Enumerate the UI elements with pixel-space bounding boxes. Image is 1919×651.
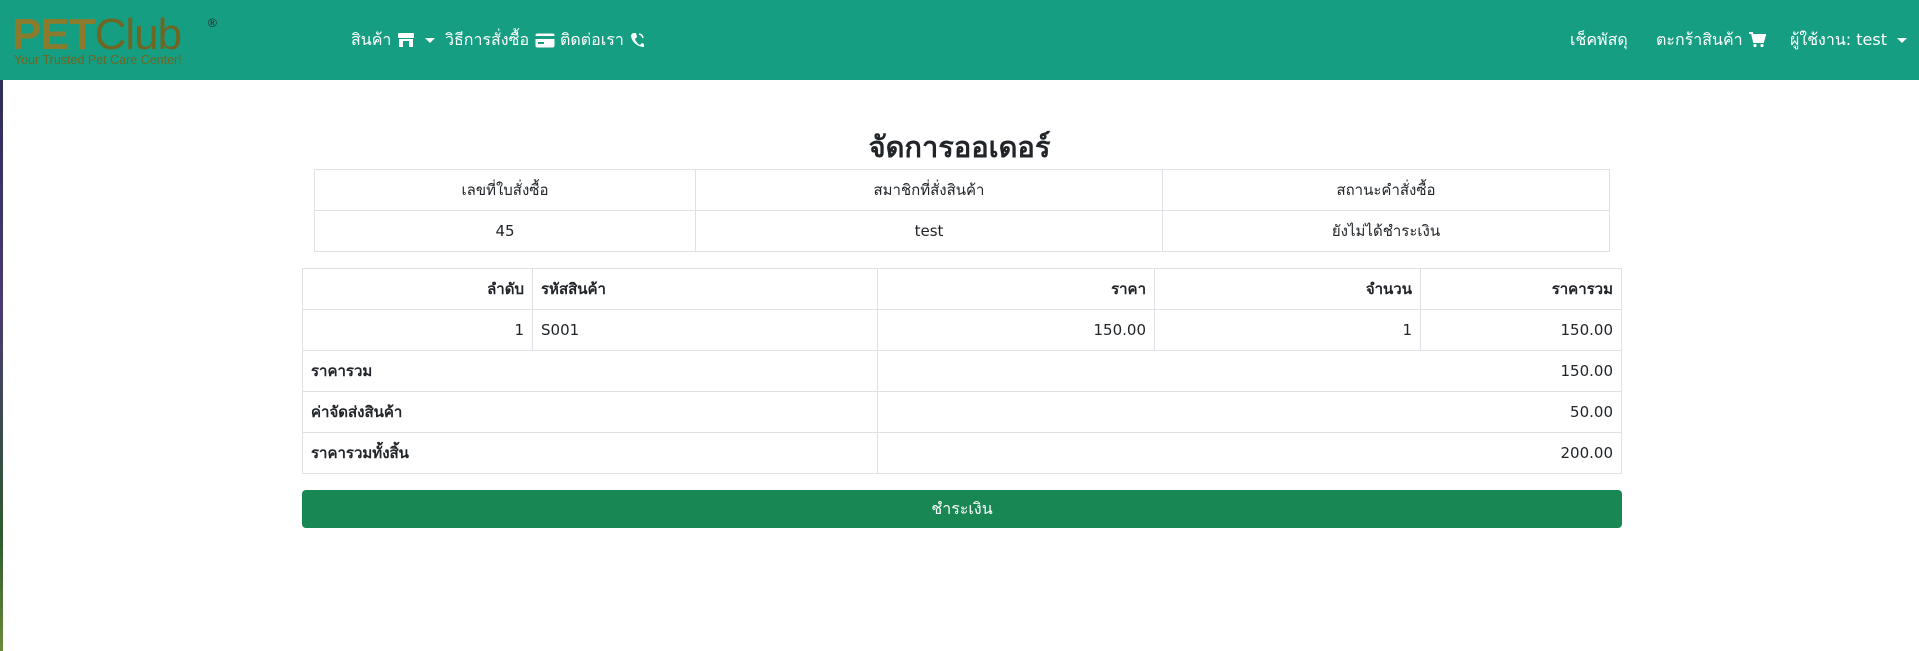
chevron-down-icon: [1896, 37, 1907, 43]
col-price-header: ราคา: [877, 268, 1155, 310]
nav-user-dropdown[interactable]: ผู้ใช้งาน: test: [1790, 27, 1907, 53]
logo-wordmark: PETClub: [12, 10, 182, 59]
shipping-value: 50.00: [877, 391, 1622, 433]
item-index: 1: [302, 309, 533, 351]
store-icon: [397, 32, 415, 48]
item-total: 150.00: [1420, 309, 1622, 351]
pay-button[interactable]: ชำระเงิน: [302, 490, 1622, 528]
subtotal-value: 150.00: [877, 350, 1622, 392]
order-number-header: เลขที่ใบสั่งซื้อ: [314, 169, 696, 211]
subtotal-row: ราคารวม 150.00: [302, 350, 1622, 392]
grand-total-value: 200.00: [877, 432, 1622, 474]
nav-how-to-order[interactable]: วิธีการสั่งซื้อ: [445, 27, 555, 53]
navbar: PETClub ® Your Trusted Pet Care Center! …: [0, 0, 1919, 80]
col-index-header: ลำดับ: [302, 268, 533, 310]
brand-logo[interactable]: PETClub ® Your Trusted Pet Care Center!: [12, 12, 217, 72]
nav-track-parcel[interactable]: เช็คพัสดุ: [1570, 27, 1628, 53]
nav-contact[interactable]: ติดต่อเรา: [560, 27, 645, 53]
nav-user-label: ผู้ใช้งาน: test: [1790, 30, 1887, 49]
table-header-row: ลำดับ รหัสสินค้า ราคา จำนวน ราคารวม: [302, 268, 1622, 310]
col-total-header: ราคารวม: [1420, 268, 1622, 310]
nav-cart[interactable]: ตะกร้าสินค้า: [1656, 27, 1766, 53]
table-row: 1 S001 150.00 1 150.00: [302, 309, 1622, 351]
subtotal-label: ราคารวม: [302, 350, 878, 392]
item-price: 150.00: [877, 309, 1155, 351]
grand-total-row: ราคารวมทั้งสิ้น 200.00: [302, 432, 1622, 474]
order-number-value: 45: [314, 210, 696, 252]
page-title: จัดการออเดอร์: [868, 130, 1051, 164]
shipping-label: ค่าจัดส่งสินค้า: [302, 391, 878, 433]
nav-cart-label: ตะกร้าสินค้า: [1656, 30, 1743, 49]
table-row: เลขที่ใบสั่งซื้อ สมาชิกที่สั่งสินค้า สถา…: [314, 169, 1610, 211]
nav-products-dropdown[interactable]: สินค้า: [351, 27, 436, 53]
member-value: test: [695, 210, 1163, 252]
col-qty-header: จำนวน: [1154, 268, 1421, 310]
credit-card-icon: [535, 33, 555, 48]
table-row: 45 test ยังไม่ได้ชำระเงิน: [314, 210, 1610, 252]
nav-products-label: สินค้า: [351, 30, 392, 49]
nav-how-to-order-label: วิธีการสั่งซื้อ: [445, 30, 530, 49]
order-status-header: สถานะคำสั่งซื้อ: [1162, 169, 1610, 211]
logo-tagline: Your Trusted Pet Care Center!: [14, 53, 182, 67]
order-info-table: เลขที่ใบสั่งซื้อ สมาชิกที่สั่งสินค้า สถา…: [314, 169, 1610, 252]
shipping-row: ค่าจัดส่งสินค้า 50.00: [302, 391, 1622, 433]
phone-icon: [630, 32, 645, 48]
item-code: S001: [532, 309, 878, 351]
order-status-value: ยังไม่ได้ชำระเงิน: [1162, 210, 1610, 252]
chevron-down-icon: [425, 37, 436, 43]
grand-total-label: ราคารวมทั้งสิ้น: [302, 432, 878, 474]
col-code-header: รหัสสินค้า: [532, 268, 878, 310]
nav-track-label: เช็คพัสดุ: [1570, 30, 1628, 49]
nav-contact-label: ติดต่อเรา: [560, 30, 624, 49]
item-qty: 1: [1154, 309, 1421, 351]
order-items-table: ลำดับ รหัสสินค้า ราคา จำนวน ราคารวม 1 S0…: [302, 268, 1622, 474]
registered-mark: ®: [208, 16, 217, 30]
cart-icon: [1748, 32, 1766, 48]
member-header: สมาชิกที่สั่งสินค้า: [695, 169, 1163, 211]
